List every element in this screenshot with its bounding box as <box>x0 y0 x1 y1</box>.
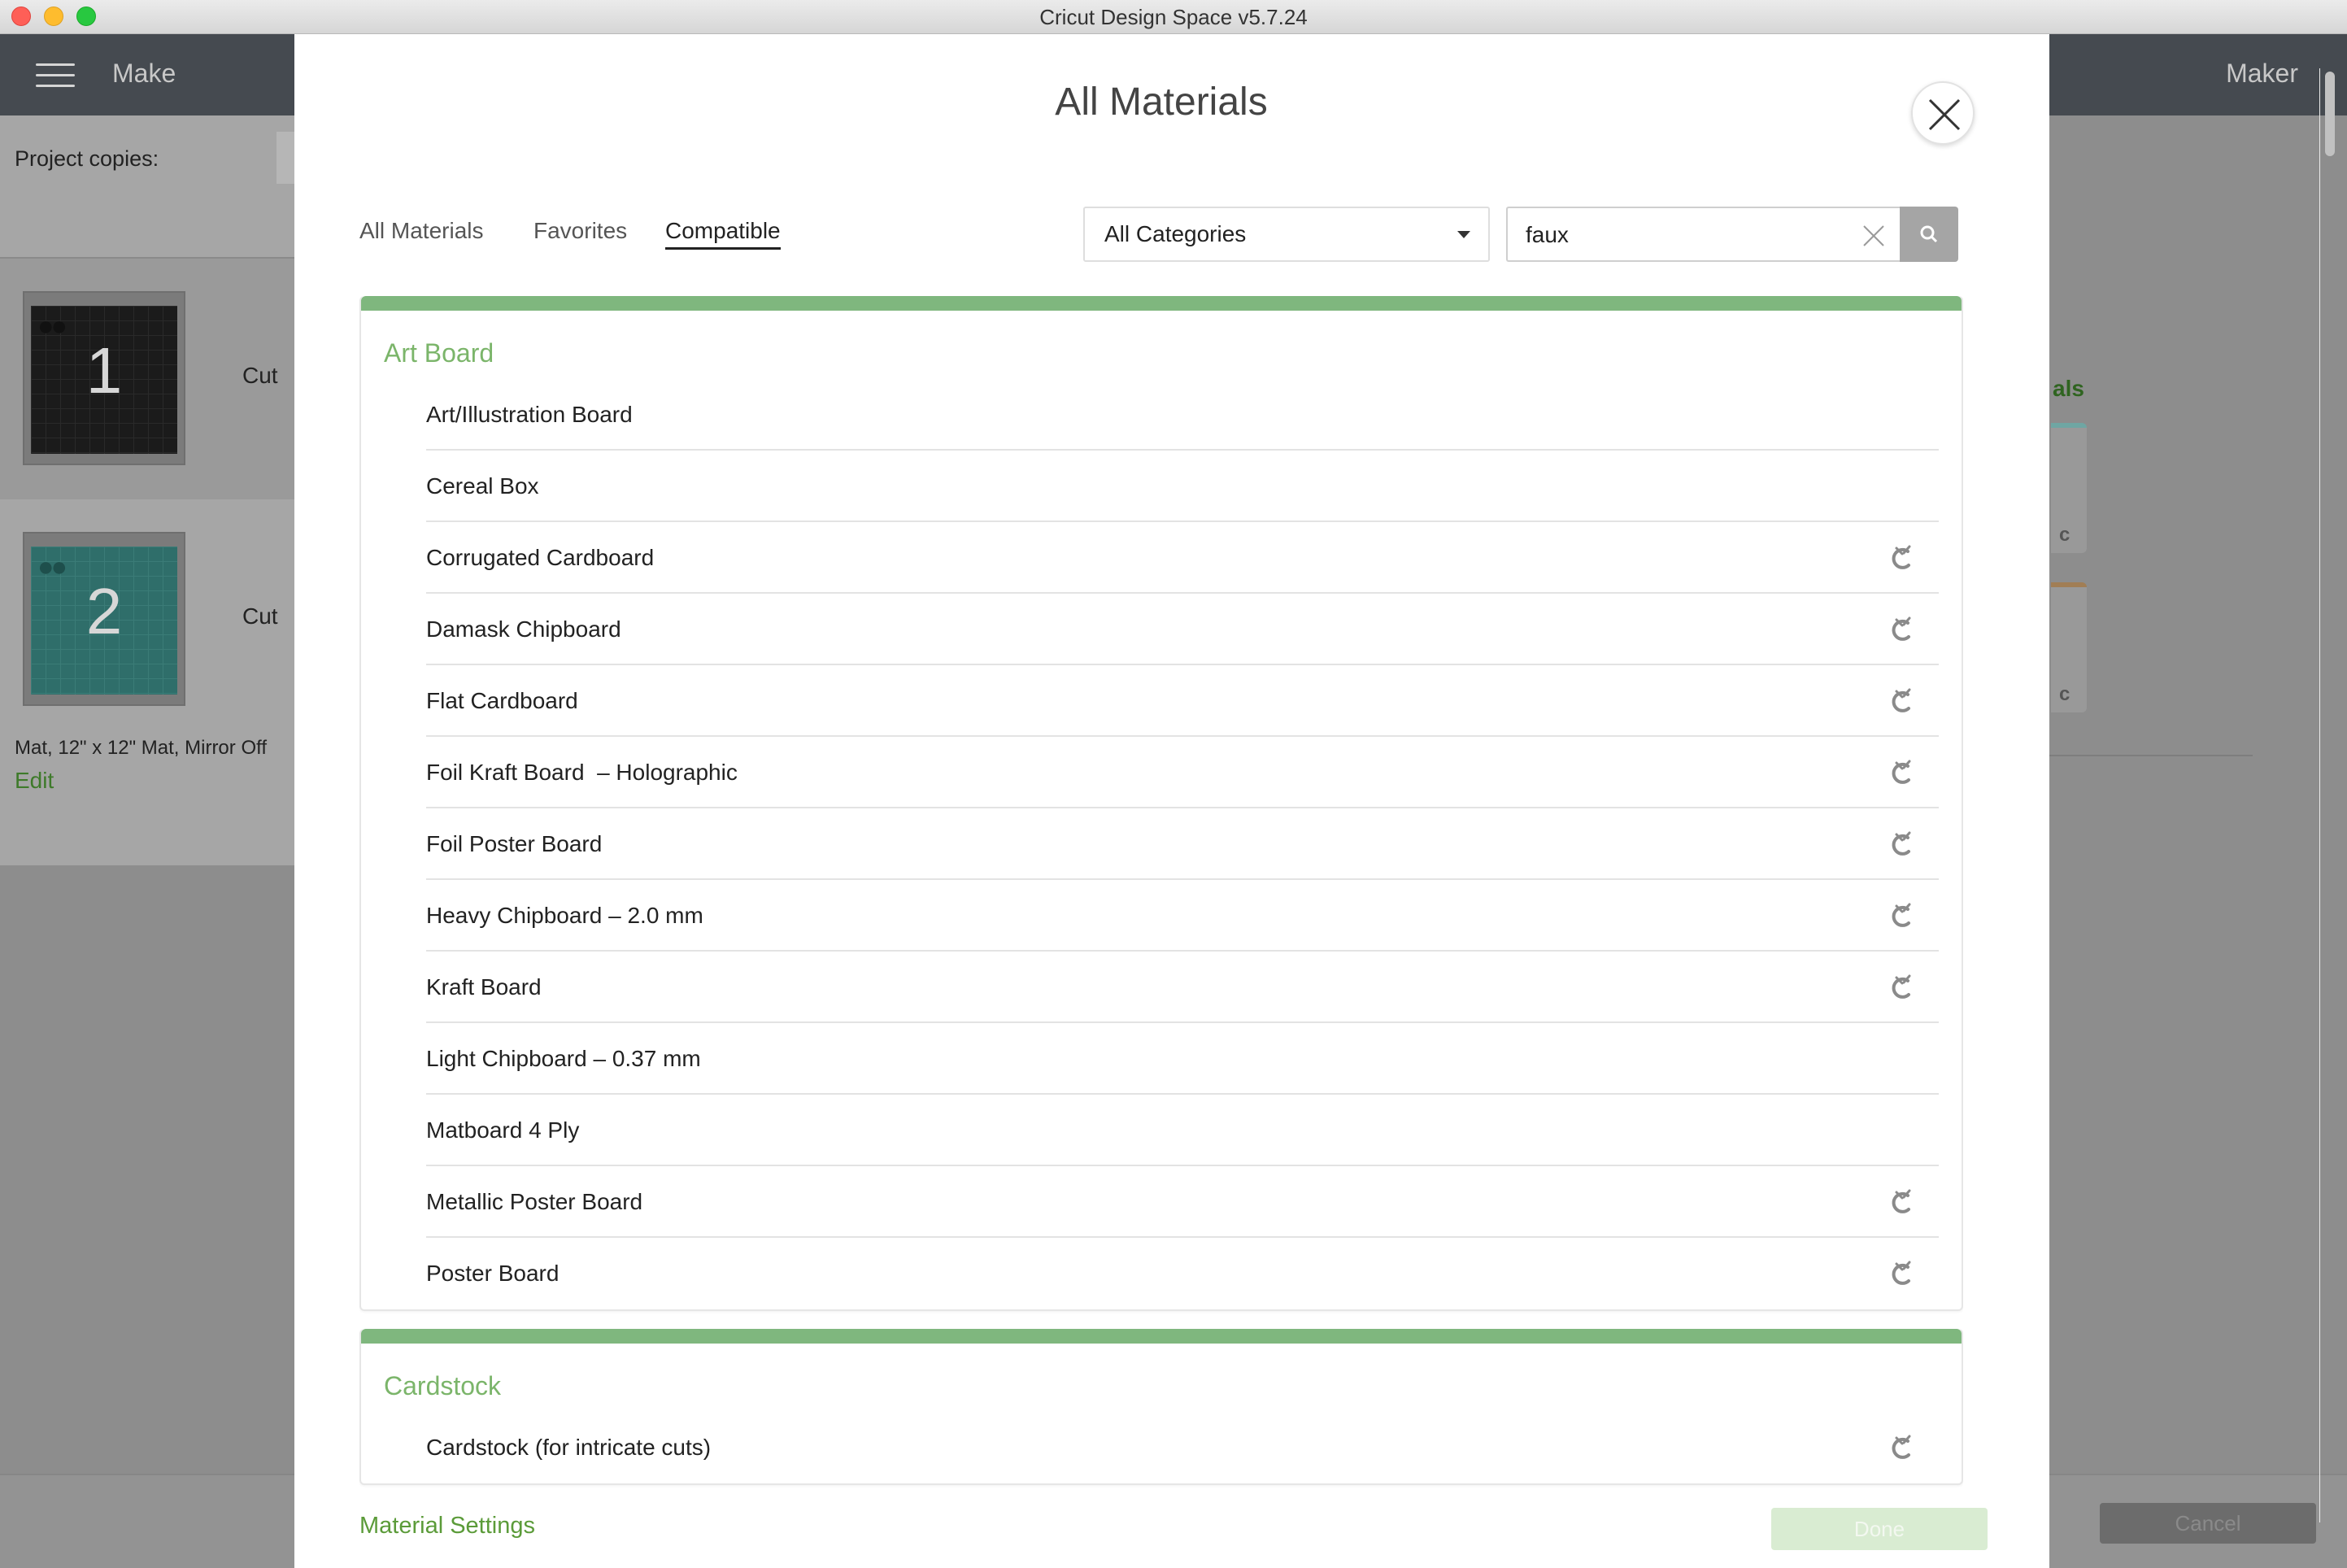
material-item[interactable]: Flat Cardboard <box>426 665 1939 737</box>
material-items: Cardstock (for intricate cuts) <box>361 1412 1962 1483</box>
category-select[interactable]: All Categories <box>1083 207 1490 262</box>
window-title: Cricut Design Space v5.7.24 <box>1039 5 1308 29</box>
material-item-label: Matboard 4 Ply <box>426 1117 580 1143</box>
category-select-value: All Categories <box>1104 221 1247 246</box>
done-button[interactable]: Done <box>1771 1508 1988 1550</box>
scrollbar-thumb[interactable] <box>2325 72 2335 156</box>
mat-action-label: Cut <box>242 363 278 388</box>
edit-link[interactable]: Edit <box>15 768 54 794</box>
material-items: Art/Illustration Board Cereal Box Corrugat… <box>361 379 1962 1309</box>
modal-title: All Materials <box>1055 81 1268 124</box>
menu-icon[interactable] <box>36 63 75 88</box>
mat-number: 1 <box>85 334 123 407</box>
tab-compatible[interactable]: Compatible <box>665 218 781 250</box>
material-item-label: Poster Board <box>426 1261 560 1286</box>
material-item-label: Foil Kraft Board – Holographic <box>426 760 738 785</box>
window-titlebar: Cricut Design Space v5.7.24 <box>0 0 2347 34</box>
cricut-material-icon <box>1892 1261 1911 1285</box>
material-item[interactable]: Cereal Box <box>426 451 1939 522</box>
material-item[interactable]: Damask Chipboard <box>426 594 1939 665</box>
tab-favorites[interactable]: Favorites <box>533 218 627 244</box>
material-item[interactable]: Metallic Poster Board <box>426 1166 1939 1238</box>
cricut-material-icon <box>1892 545 1911 569</box>
material-item[interactable]: Corrugated Cardboard <box>426 522 1939 594</box>
cricut-material-icon <box>1892 1189 1911 1213</box>
materials-list: Art Board Art/Illustration Board Cereal Bo… <box>359 296 1963 1522</box>
close-icon <box>1928 98 1961 131</box>
mat-row-2[interactable]: ●● 2 Cut Mat, 12" x 12" Mat, Mirror Off … <box>0 499 294 865</box>
tab-all-materials[interactable]: All Materials <box>359 218 483 244</box>
material-item-label: Cardstock (for intricate cuts) <box>426 1435 712 1460</box>
cricut-material-icon <box>1892 688 1911 712</box>
material-item[interactable]: Heavy Chipboard – 2.0 mm <box>426 880 1939 952</box>
material-item-label: Kraft Board <box>426 974 542 1000</box>
material-item-label: Light Chipboard – 0.37 mm <box>426 1046 701 1071</box>
cricut-material-icon <box>1892 903 1911 927</box>
machine-name[interactable]: Maker <box>2226 59 2298 89</box>
app-title: Make <box>112 59 176 88</box>
cricut-material-icon <box>1892 616 1911 641</box>
cricut-c-icon: c <box>2059 524 2070 546</box>
material-item[interactable]: Light Chipboard – 0.37 mm <box>426 1023 1939 1095</box>
material-item-label: Flat Cardboard <box>426 688 578 713</box>
clear-search-icon[interactable] <box>1862 224 1885 247</box>
divider <box>2049 755 2253 756</box>
material-item-label: Foil Poster Board <box>426 831 603 856</box>
category-card: Art Board Art/Illustration Board Cereal Bo… <box>359 296 1963 1311</box>
zoom-window-button[interactable] <box>76 7 96 26</box>
project-copies-row: Project copies: <box>0 115 309 259</box>
search-box <box>1506 207 1900 262</box>
mat-thumbnail[interactable]: ●● 2 <box>23 532 185 706</box>
modal-footer: Material Settings Done <box>294 1488 2049 1568</box>
search-button[interactable] <box>1900 207 1958 262</box>
close-window-button[interactable] <box>11 7 31 26</box>
material-item[interactable]: Poster Board <box>426 1238 1939 1309</box>
category-card: Cardstock Cardstock (for intricate cuts) <box>359 1329 1963 1485</box>
search-input[interactable] <box>1526 218 1851 252</box>
category-color-bar <box>361 1329 1962 1344</box>
all-materials-modal: All Materials All Materials Favorites Co… <box>294 34 2335 1568</box>
cricut-material-icon <box>1892 974 1911 999</box>
cricut-material-icon <box>1892 760 1911 784</box>
material-item-label: Corrugated Cardboard <box>426 545 655 570</box>
material-item-label: Art/Illustration Board <box>426 402 633 427</box>
materials-heading-partial: als <box>2053 376 2084 401</box>
material-card[interactable]: c <box>2051 423 2087 553</box>
project-copies-label: Project copies: <box>15 146 159 171</box>
material-item[interactable]: Kraft Board <box>426 952 1939 1023</box>
material-item-label: Heavy Chipboard – 2.0 mm <box>426 903 703 928</box>
material-item[interactable]: Art/Illustration Board <box>426 379 1939 451</box>
material-item[interactable]: Cardstock (for intricate cuts) <box>426 1412 1939 1483</box>
material-item-label: Damask Chipboard <box>426 616 621 642</box>
material-item[interactable]: Foil Poster Board <box>426 808 1939 880</box>
mat-info: Mat, 12" x 12" Mat, Mirror Off <box>15 737 268 759</box>
material-item-label: Metallic Poster Board <box>426 1189 643 1214</box>
material-item[interactable]: Matboard 4 Ply <box>426 1095 1939 1166</box>
material-card[interactable]: c <box>2051 582 2087 712</box>
scroll-track <box>2319 68 2320 1522</box>
category-color-bar <box>361 296 1962 311</box>
cricut-material-icon <box>1892 831 1911 856</box>
material-item-label: Cereal Box <box>426 473 539 499</box>
chevron-down-icon <box>1457 231 1470 238</box>
close-modal-button[interactable] <box>1911 81 1975 145</box>
search-icon <box>1920 225 1938 243</box>
material-panel <box>2049 115 2347 1568</box>
material-settings-link[interactable]: Material Settings <box>359 1513 535 1540</box>
category-title: Art Board <box>384 338 494 368</box>
category-title: Cardstock <box>384 1371 502 1400</box>
mat-number: 2 <box>85 575 123 647</box>
material-item[interactable]: Foil Kraft Board – Holographic <box>426 737 1939 808</box>
cancel-button[interactable]: Cancel <box>2100 1503 2316 1544</box>
cricut-c-icon: c <box>2059 683 2070 705</box>
cricut-material-icon <box>1892 1435 1911 1459</box>
mat-action-label: Cut <box>242 603 278 629</box>
minimize-window-button[interactable] <box>44 7 63 26</box>
mat-thumbnail[interactable]: ●● 1 <box>23 291 185 465</box>
mat-row-1[interactable]: ●● 1 Cut <box>0 259 294 499</box>
